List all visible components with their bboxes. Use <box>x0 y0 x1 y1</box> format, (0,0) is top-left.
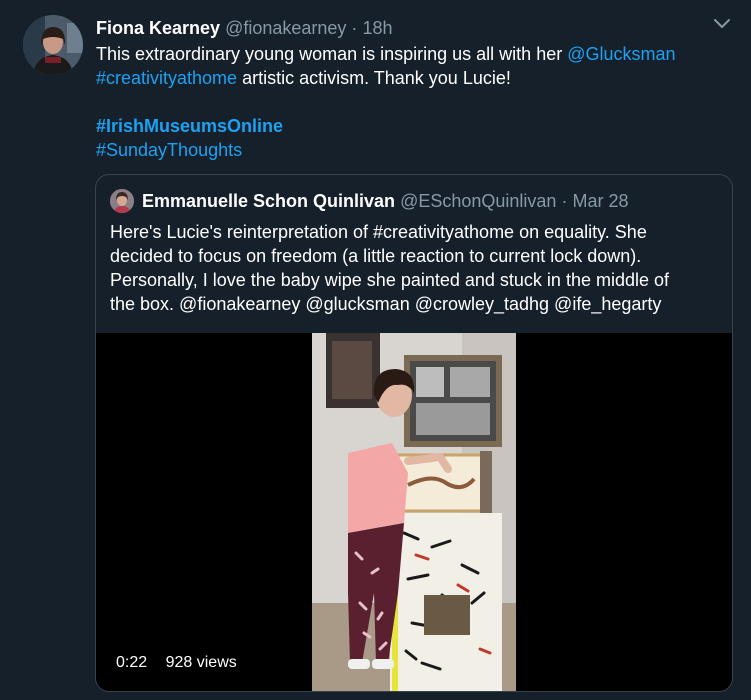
video-player[interactable]: 0:22 928 views <box>96 333 732 691</box>
quote-text-line: decided to focus on freedom (a little re… <box>110 246 642 266</box>
quote-avatar[interactable] <box>110 189 134 213</box>
video-views: 928 views <box>165 654 237 671</box>
video-meta: 0:22 928 views <box>116 653 251 673</box>
timestamp[interactable]: 18h <box>362 18 392 38</box>
hashtag-irishmuseumsonline[interactable]: #IrishMuseumsOnline <box>96 116 283 136</box>
author-handle[interactable]: @fionakearney <box>225 18 346 38</box>
quote-header: Emmanuelle Schon Quinlivan @ESchonQuinli… <box>142 190 629 212</box>
hashtag-sundaythoughts[interactable]: #SundayThoughts <box>96 140 242 160</box>
chevron-down-icon[interactable] <box>712 17 732 31</box>
tweet[interactable]: Fiona Kearney @fionakearney · 18h This e… <box>0 0 751 700</box>
quote-text-line: Personally, I love the baby wipe she pai… <box>110 270 670 290</box>
author-name[interactable]: Fiona Kearney <box>96 18 220 38</box>
tweet-text-part1: This extraordinary young woman is inspir… <box>96 44 568 64</box>
quote-text-line: the box. @fionakearney @glucksman @crowl… <box>110 294 662 314</box>
tweet-text-part2: artistic activism. Thank you Lucie! <box>237 68 511 88</box>
tweet-header: Fiona Kearney @fionakearney · 18h <box>96 17 392 39</box>
quote-author-handle[interactable]: @ESchonQuinlivan <box>400 191 556 211</box>
quote-separator: · <box>561 191 568 211</box>
video-thumbnail <box>312 333 516 691</box>
tweet-text: This extraordinary young woman is inspir… <box>96 42 736 162</box>
quote-date[interactable]: Mar 28 <box>572 191 628 211</box>
hashtag-creativityathome[interactable]: #creativityathome <box>96 68 237 88</box>
quoted-tweet[interactable]: Emmanuelle Schon Quinlivan @ESchonQuinli… <box>95 174 733 692</box>
video-duration: 0:22 <box>116 654 148 671</box>
quote-author-name[interactable]: Emmanuelle Schon Quinlivan <box>142 191 395 211</box>
quote-text-line: Here's Lucie's reinterpretation of #crea… <box>110 222 647 242</box>
quote-text: Here's Lucie's reinterpretation of #crea… <box>110 220 722 316</box>
mention-glucksman[interactable]: @Glucksman <box>567 44 675 64</box>
separator: · <box>351 18 358 38</box>
avatar[interactable] <box>23 15 83 75</box>
